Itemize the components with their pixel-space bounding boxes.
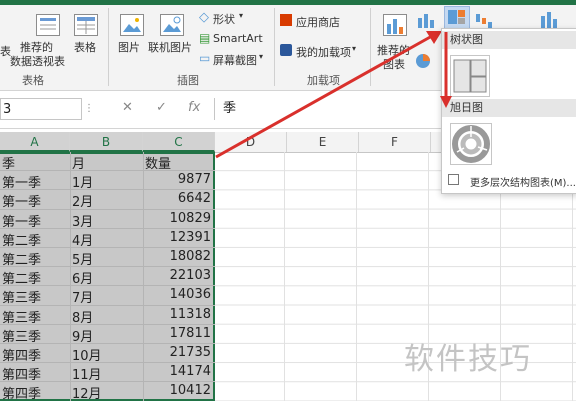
arrowhead-icon	[440, 96, 452, 108]
watermark: 软件技巧	[404, 342, 532, 377]
